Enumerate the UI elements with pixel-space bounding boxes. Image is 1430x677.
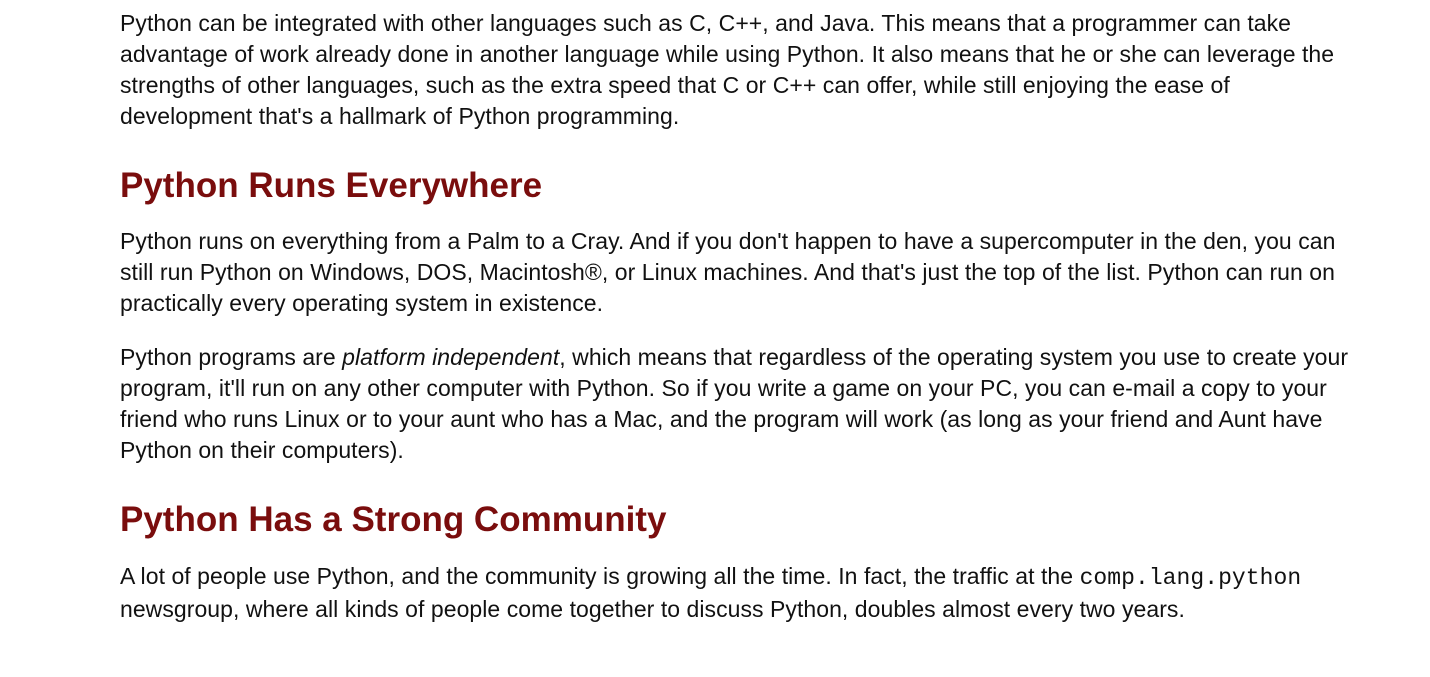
community-paragraph: A lot of people use Python, and the comm… [120,561,1360,625]
paragraph-text: newsgroup, where all kinds of people com… [120,596,1185,622]
document-body: Python can be integrated with other lang… [120,8,1360,625]
heading-runs-everywhere: Python Runs Everywhere [120,166,543,205]
emphasis-platform-independent: platform independent [342,344,560,370]
newsgroup-code: comp.lang.python [1079,565,1302,591]
intro-paragraph: Python can be integrated with other lang… [120,10,1335,129]
runs-everywhere-paragraph-2: Python programs are platform independent… [120,342,1360,466]
paragraph-text: A lot of people use Python, and the comm… [120,563,1080,589]
paragraph-text: Python programs are [120,344,343,370]
heading-strong-community: Python Has a Strong Community [120,500,667,539]
runs-everywhere-paragraph-1: Python runs on everything from a Palm to… [120,228,1336,316]
